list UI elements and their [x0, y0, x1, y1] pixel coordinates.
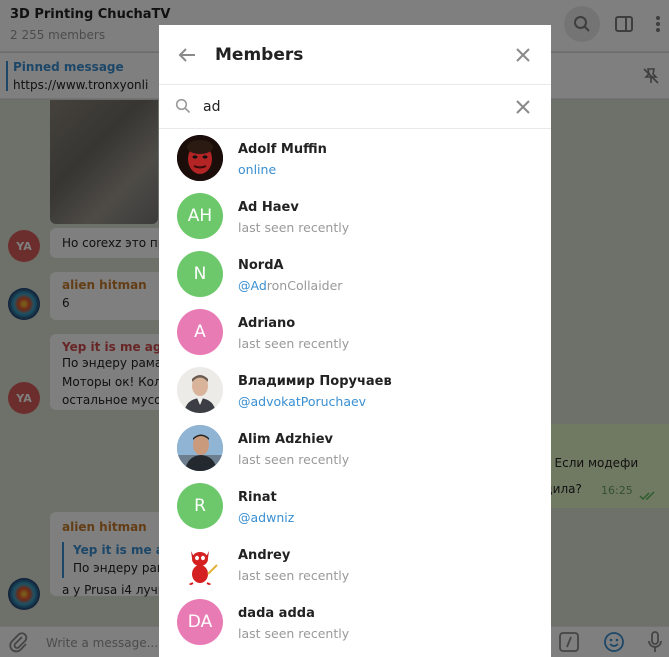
member-name: Владимир Поручаев [238, 374, 392, 389]
member-username: @advokatPoruchaev [238, 394, 366, 409]
member-item[interactable]: DA dada adda last seen recently [159, 593, 551, 651]
member-search [159, 85, 551, 129]
dialog-title: Members [215, 45, 304, 65]
arrow-left-icon[interactable] [177, 45, 197, 65]
member-status: online [238, 162, 277, 177]
member-username: @adwniz [238, 510, 294, 525]
member-name: Andrey [238, 548, 291, 563]
username-prefix: @ [238, 278, 251, 293]
username-match: Ad [250, 278, 267, 293]
member-item[interactable]: N NordA @AdronCollaider [159, 245, 551, 303]
member-name: Adolf Muffin [238, 142, 327, 157]
clear-search-icon[interactable] [513, 97, 533, 117]
members-dialog: Members Adolf Muffin online AH Ad Haev l… [159, 25, 551, 657]
members-list: Adolf Muffin online AH Ad Haev last seen… [159, 129, 551, 651]
member-username: @AdronCollaider [238, 278, 342, 293]
avatar: DA [177, 599, 223, 645]
member-item[interactable]: Adolf Muffin online [159, 129, 551, 187]
member-name: Rinat [238, 490, 277, 505]
avatar: R [177, 483, 223, 529]
member-status: last seen recently [238, 336, 350, 351]
search-input[interactable] [203, 95, 503, 119]
username-prefix: @ [238, 394, 251, 409]
member-name: Adriano [238, 316, 296, 331]
member-status: last seen recently [238, 626, 350, 641]
search-icon [175, 98, 191, 118]
avatar [177, 425, 223, 471]
username-prefix: @ [238, 510, 251, 525]
member-name: Ad Haev [238, 200, 299, 215]
member-name: NordA [238, 258, 284, 273]
username-rest: vokatPoruchaev [266, 394, 367, 409]
member-item[interactable]: R Rinat @adwniz [159, 477, 551, 535]
member-item[interactable]: Andrey last seen recently [159, 535, 551, 593]
username-rest: wniz [266, 510, 295, 525]
member-item[interactable]: A Adriano last seen recently [159, 303, 551, 361]
dialog-header: Members [159, 25, 551, 85]
avatar: A [177, 309, 223, 355]
member-item[interactable]: AH Ad Haev last seen recently [159, 187, 551, 245]
avatar: N [177, 251, 223, 297]
close-icon[interactable] [513, 45, 533, 65]
avatar [177, 541, 223, 587]
member-item[interactable]: Alim Adzhiev last seen recently [159, 419, 551, 477]
username-rest: ronCollaider [266, 278, 343, 293]
member-status: last seen recently [238, 452, 350, 467]
member-name: Alim Adzhiev [238, 432, 333, 447]
avatar: AH [177, 193, 223, 239]
username-match: ad [250, 510, 267, 525]
member-status: last seen recently [238, 568, 350, 583]
avatar [177, 135, 223, 181]
member-status: last seen recently [238, 220, 350, 235]
avatar [177, 367, 223, 413]
username-match: ad [250, 394, 267, 409]
member-item[interactable]: Владимир Поручаев @advokatPoruchaev [159, 361, 551, 419]
member-name: dada adda [238, 606, 315, 621]
